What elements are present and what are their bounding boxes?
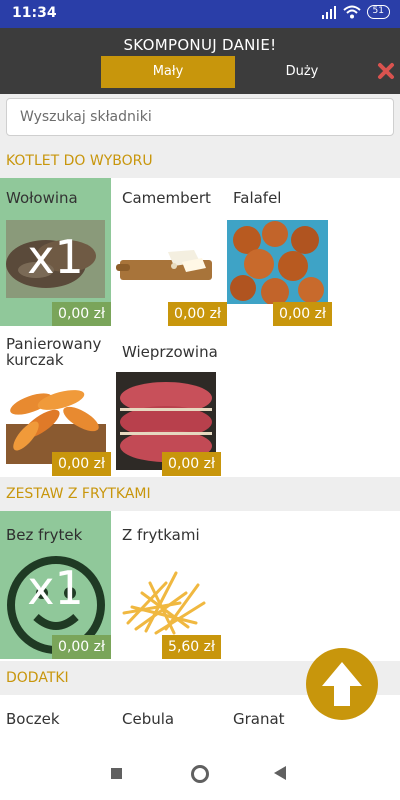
tile-name: Falafel	[233, 189, 282, 207]
tile-name: Boczek	[6, 710, 60, 728]
quantity-label: x1	[27, 561, 84, 615]
price-badge: 0,00 zł	[168, 302, 227, 326]
tile-name: Cebula	[122, 710, 175, 728]
section-header-kotlet: KOTLET DO WYBORU	[0, 144, 400, 178]
tile-name: Wołowina	[6, 189, 78, 207]
tile-name: Wieprzowina	[122, 343, 218, 361]
tile-z-frytkami[interactable]: Z frytkami 5,60 zł	[116, 511, 227, 659]
tile-name: Granat	[233, 710, 285, 728]
tile-bez-frytek[interactable]: Bez frytek x1 0,00 zł	[0, 511, 111, 659]
price-badge: 0,00 zł	[162, 452, 221, 476]
square-icon[interactable]	[111, 768, 122, 779]
tile-cebula[interactable]: Cebula	[116, 695, 227, 745]
tile-name: Z frytkami	[122, 526, 200, 544]
camembert-image	[116, 220, 215, 298]
arrow-up-icon	[322, 662, 362, 706]
tile-camembert[interactable]: Camembert 0,00 zł	[116, 178, 227, 326]
price-badge: 0,00 zł	[273, 302, 332, 326]
price-badge: 0,00 zł	[52, 302, 111, 326]
tile-name: Panierowany kurczak	[6, 335, 102, 369]
price-badge: 0,00 zł	[52, 452, 111, 476]
quantity-label: x1	[27, 230, 84, 284]
tile-falafel[interactable]: Falafel 0,00 zł	[227, 178, 338, 326]
close-icon[interactable]	[377, 62, 395, 80]
chicken-image	[6, 374, 106, 464]
tile-name: Bez frytek	[6, 526, 83, 544]
page-title: SKOMPONUJ DANIE!	[123, 36, 277, 54]
falafel-image	[227, 220, 328, 304]
size-small-tab[interactable]: Mały	[101, 56, 235, 88]
search-input[interactable]: Wyszukaj składniki	[6, 98, 394, 136]
scroll-up-button[interactable]	[306, 648, 378, 720]
android-nav-bar	[0, 746, 400, 800]
size-big-tab[interactable]: Duży	[235, 56, 369, 88]
search-bar: Wyszukaj składniki	[0, 94, 400, 144]
tile-wolowina[interactable]: Wołowina x1 0,00 zł	[0, 178, 111, 326]
tile-name: Camembert	[122, 189, 211, 207]
tile-boczek[interactable]: Boczek	[0, 695, 111, 745]
status-bar: 11:34 51	[0, 0, 400, 28]
fries-image	[116, 563, 216, 643]
triangle-back-icon[interactable]	[274, 766, 286, 780]
battery-icon: 51	[366, 5, 390, 19]
section-header-frytki: ZESTAW Z FRYTKAMI	[0, 477, 400, 511]
tile-wieprzowina[interactable]: Wieprzowina 0,00 zł	[116, 326, 227, 476]
app-header: SKOMPONUJ DANIE! Mały Duży	[0, 28, 400, 94]
signal-icon	[321, 6, 336, 19]
wifi-icon	[342, 5, 361, 19]
price-badge: 0,00 zł	[52, 635, 111, 659]
status-icons: 51	[321, 5, 390, 19]
status-time: 11:34	[12, 5, 57, 21]
circle-icon[interactable]	[191, 765, 209, 783]
tile-panierowany-kurczak[interactable]: Panierowany kurczak 0,00 zł	[0, 326, 111, 476]
price-badge: 5,60 zł	[162, 635, 221, 659]
